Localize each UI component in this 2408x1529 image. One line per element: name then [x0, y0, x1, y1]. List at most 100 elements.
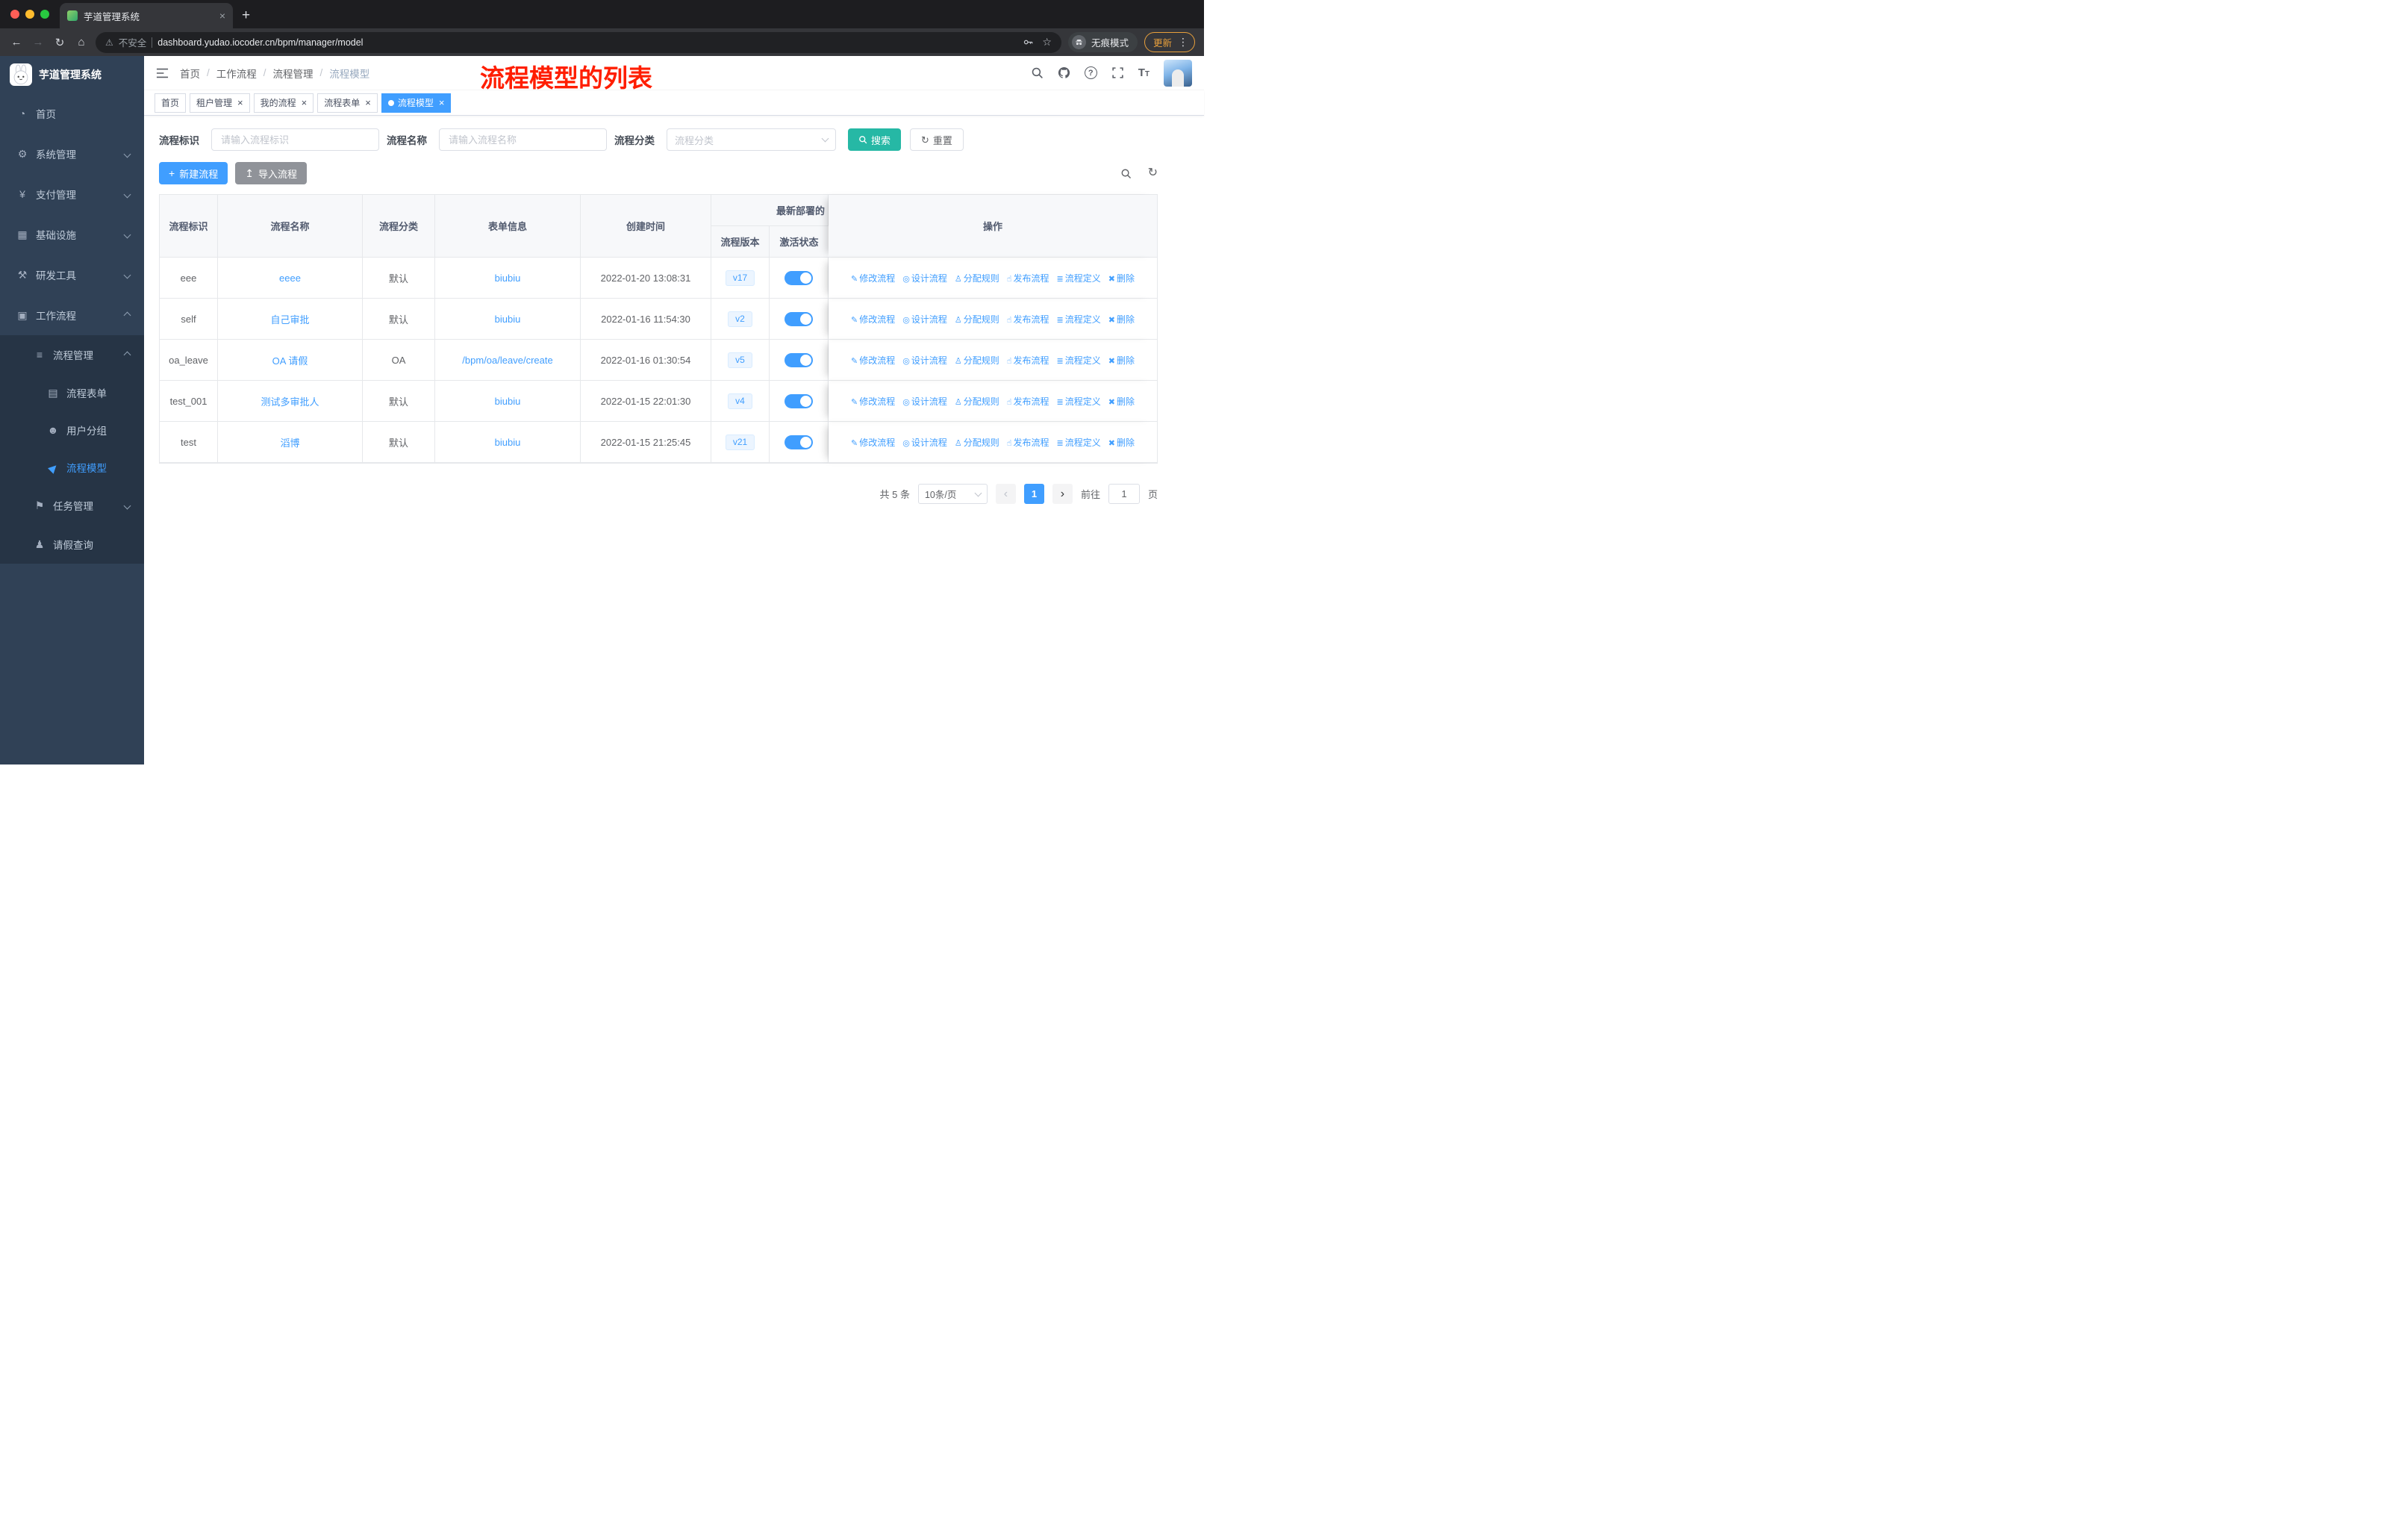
status-toggle[interactable]	[785, 435, 813, 449]
search-icon[interactable]	[1031, 66, 1044, 79]
row-action-assign[interactable]: ♙ 分配规则	[955, 273, 999, 284]
row-action-definition[interactable]: ≣ 流程定义	[1057, 273, 1101, 284]
github-icon[interactable]	[1058, 66, 1070, 79]
address-bar[interactable]: ⚠ 不安全 dashboard.yudao.iocoder.cn/bpm/man…	[96, 31, 1061, 53]
sidebar-item[interactable]: ▶ 流程模型	[0, 449, 144, 486]
prev-page-button[interactable]: ‹	[995, 484, 1016, 504]
reload-icon[interactable]: ↻	[52, 36, 67, 49]
row-action-definition[interactable]: ≣ 流程定义	[1057, 355, 1101, 366]
breadcrumb-item[interactable]: 流程管理	[273, 66, 314, 81]
search-button[interactable]: 搜索	[848, 128, 902, 151]
row-action-publish[interactable]: ☝ 发布流程	[1007, 355, 1049, 366]
update-button[interactable]: 更新 ⋮	[1144, 32, 1195, 52]
row-action-assign[interactable]: ♙ 分配规则	[955, 437, 999, 448]
sidebar-item[interactable]: ▤ 流程表单	[0, 374, 144, 411]
user-avatar[interactable]	[1164, 59, 1192, 87]
sidebar-item[interactable]: ♟ 请假查询	[0, 525, 144, 564]
font-size-icon[interactable]: TT	[1138, 66, 1150, 79]
browser-tab[interactable]: 芋道管理系统 ×	[60, 3, 233, 28]
view-tag[interactable]: 流程模型 ×	[381, 93, 452, 113]
process-category-select[interactable]: 流程分类	[667, 128, 836, 151]
zoom-window-button[interactable]	[40, 10, 49, 19]
row-action-assign[interactable]: ♙ 分配规则	[955, 314, 999, 325]
create-process-button[interactable]: + 新建流程	[159, 162, 228, 184]
status-toggle[interactable]	[785, 352, 813, 367]
status-toggle[interactable]	[785, 311, 813, 326]
view-tag[interactable]: 首页	[155, 93, 187, 113]
row-action-publish[interactable]: ☝ 发布流程	[1007, 273, 1049, 284]
page-size-select[interactable]: 10条/页	[917, 484, 988, 504]
current-page-button[interactable]: 1	[1023, 484, 1044, 504]
row-action-edit[interactable]: ✎ 修改流程	[851, 437, 895, 448]
process-name-link[interactable]: OA 请假	[272, 355, 308, 367]
row-action-delete[interactable]: ✖ 删除	[1108, 437, 1135, 448]
sidebar-item[interactable]: ◔ 首页	[0, 93, 144, 134]
refresh-table-button[interactable]: ↻	[1148, 167, 1158, 179]
sidebar-item[interactable]: ⚒ 研发工具	[0, 255, 144, 295]
row-action-design[interactable]: ◎ 设计流程	[902, 355, 947, 366]
password-key-icon[interactable]	[1023, 37, 1034, 48]
tag-close-icon[interactable]: ×	[365, 98, 371, 108]
row-action-publish[interactable]: ☝ 发布流程	[1007, 437, 1049, 448]
sidebar-item[interactable]: ☻ 用户分组	[0, 411, 144, 449]
reset-button[interactable]: ↻ 重置	[910, 128, 964, 151]
form-info-link[interactable]: biubiu	[495, 396, 521, 407]
back-icon[interactable]: ←	[9, 36, 24, 49]
row-action-edit[interactable]: ✎ 修改流程	[851, 355, 895, 366]
sidebar-item[interactable]: ¥ 支付管理	[0, 174, 144, 214]
row-action-publish[interactable]: ☝ 发布流程	[1007, 314, 1049, 325]
toggle-search-button[interactable]	[1120, 168, 1132, 179]
tag-close-icon[interactable]: ×	[439, 98, 445, 108]
tag-close-icon[interactable]: ×	[302, 98, 308, 108]
row-action-definition[interactable]: ≣ 流程定义	[1057, 396, 1101, 407]
view-tag[interactable]: 租户管理 ×	[190, 93, 250, 113]
breadcrumb-item[interactable]: 首页	[180, 66, 200, 81]
help-icon[interactable]: ?	[1084, 66, 1097, 79]
process-name-link[interactable]: 测试多审批人	[261, 396, 319, 408]
row-action-edit[interactable]: ✎ 修改流程	[851, 396, 895, 407]
process-name-link[interactable]: 自己审批	[270, 314, 309, 326]
sidebar-item[interactable]: ▦ 基础设施	[0, 214, 144, 255]
sidebar-item[interactable]: ⚙ 系统管理	[0, 134, 144, 174]
row-action-assign[interactable]: ♙ 分配规则	[955, 396, 999, 407]
next-page-button[interactable]: ›	[1052, 484, 1073, 504]
row-action-delete[interactable]: ✖ 删除	[1108, 273, 1135, 284]
view-tag[interactable]: 流程表单 ×	[317, 93, 378, 113]
row-action-delete[interactable]: ✖ 删除	[1108, 355, 1135, 366]
row-action-design[interactable]: ◎ 设计流程	[902, 437, 947, 448]
form-info-link[interactable]: /bpm/oa/leave/create	[462, 355, 552, 366]
goto-page-input[interactable]	[1108, 484, 1140, 504]
tab-close-icon[interactable]: ×	[219, 10, 225, 22]
process-name-link[interactable]: eeee	[279, 273, 301, 284]
sidebar-item[interactable]: ≡ 流程管理	[0, 335, 144, 374]
status-toggle[interactable]	[785, 393, 813, 408]
home-icon[interactable]: ⌂	[74, 36, 89, 49]
row-action-design[interactable]: ◎ 设计流程	[902, 273, 947, 284]
row-action-assign[interactable]: ♙ 分配规则	[955, 355, 999, 366]
row-action-edit[interactable]: ✎ 修改流程	[851, 273, 895, 284]
process-key-input[interactable]	[211, 128, 379, 151]
row-action-delete[interactable]: ✖ 删除	[1108, 314, 1135, 325]
row-action-definition[interactable]: ≣ 流程定义	[1057, 437, 1101, 448]
sidebar-item[interactable]: ▣ 工作流程	[0, 295, 144, 335]
fullscreen-icon[interactable]	[1111, 66, 1124, 79]
row-action-edit[interactable]: ✎ 修改流程	[851, 314, 895, 325]
hamburger-icon[interactable]	[156, 68, 169, 78]
forward-icon[interactable]: →	[31, 36, 46, 49]
minimize-window-button[interactable]	[25, 10, 34, 19]
row-action-design[interactable]: ◎ 设计流程	[902, 314, 947, 325]
import-process-button[interactable]: ↥ 导入流程	[235, 162, 307, 184]
row-action-delete[interactable]: ✖ 删除	[1108, 396, 1135, 407]
more-menu-icon[interactable]: ⋮	[1178, 36, 1188, 49]
row-action-definition[interactable]: ≣ 流程定义	[1057, 314, 1101, 325]
close-window-button[interactable]	[10, 10, 19, 19]
tag-close-icon[interactable]: ×	[237, 98, 243, 108]
row-action-design[interactable]: ◎ 设计流程	[902, 396, 947, 407]
breadcrumb-item[interactable]: 工作流程	[216, 66, 257, 81]
row-action-publish[interactable]: ☝ 发布流程	[1007, 396, 1049, 407]
process-name-input[interactable]	[439, 128, 607, 151]
process-name-link[interactable]: 滔博	[280, 437, 299, 449]
form-info-link[interactable]: biubiu	[495, 273, 521, 284]
bookmark-star-icon[interactable]: ☆	[1042, 36, 1052, 49]
status-toggle[interactable]	[785, 270, 813, 285]
